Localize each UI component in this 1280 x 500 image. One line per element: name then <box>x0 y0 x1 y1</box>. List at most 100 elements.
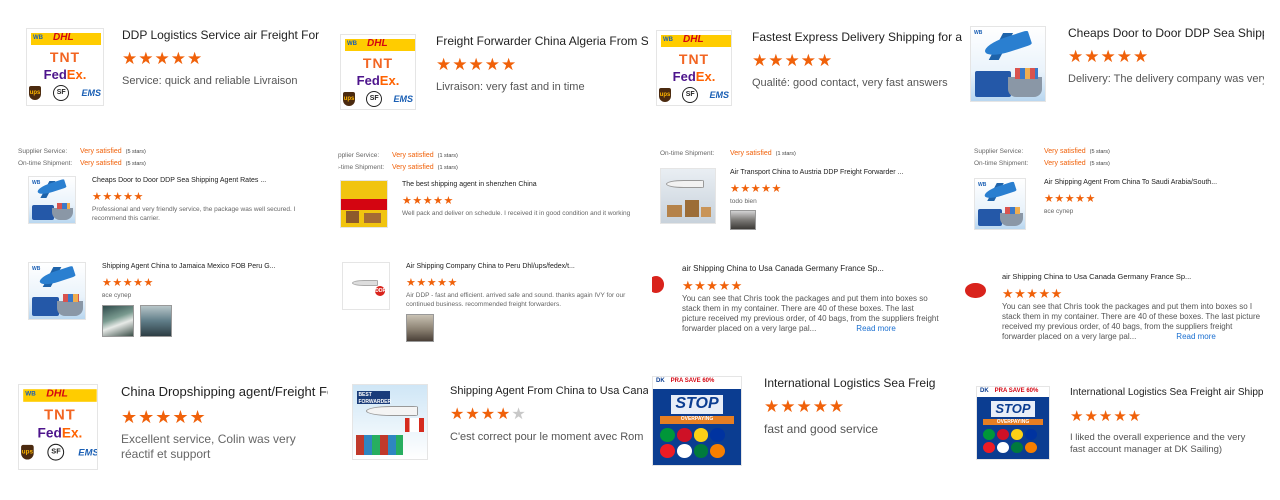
product-title-link[interactable]: The best shipping agent in shenzhen Chin… <box>402 180 648 190</box>
rating-stars: ★★★★★ <box>122 49 204 68</box>
product-title-link[interactable]: Air Shipping Agent From China To Saudi A… <box>1044 178 1264 188</box>
review-card[interactable]: WB DHL TNT FedEx. ups SF EMS DDP Logistic… <box>18 28 328 128</box>
rating-stars: ★★★★★ <box>764 397 846 416</box>
read-more-link[interactable]: Read more <box>1176 332 1216 341</box>
satisfaction-row: On-time Shipment:Very satisfied(1 stars) <box>660 150 796 157</box>
review-comment: Livraison: very fast and in time <box>436 81 585 93</box>
review-comment: Delivery: The delivery company was very <box>1068 73 1264 85</box>
product-title-link[interactable]: Cheaps Door to Door DDP Sea Shipping A <box>1068 26 1264 40</box>
review-photo[interactable] <box>140 305 172 337</box>
review-card[interactable]: DDP Air Shipping Company China to Peru D… <box>338 262 648 352</box>
product-thumbnail[interactable]: WB <box>970 26 1046 102</box>
review-comment: You can see that Chris took the packages… <box>1002 302 1261 341</box>
review-card[interactable]: BEST FORWARDER Shipping Agent From China… <box>338 384 648 484</box>
product-thumbnail[interactable] <box>652 264 664 324</box>
rating-stars: ★★★★★ <box>406 277 458 289</box>
rating-stars: ★★★★★ <box>402 195 454 207</box>
product-title-link[interactable]: International Logistics Sea Freight air … <box>1070 386 1264 400</box>
rating-stars: ★★★★★ <box>102 277 154 289</box>
review-column-2: WB DHL TNT FedEx. ups SF EMS Freight Forw… <box>338 0 648 500</box>
review-card[interactable]: WB DHL TNT FedEx. ups SF EMS Fastest Expr… <box>652 30 962 130</box>
product-title-link[interactable]: Air Shipping Company China to Peru Dhl/u… <box>406 262 648 272</box>
review-card[interactable]: The best shipping agent in shenzhen Chin… <box>338 180 648 240</box>
review-comment: C'est correct pour le moment avec Rom <box>450 431 644 443</box>
product-title-link[interactable]: Shipping Agent China to Jamaica Mexico F… <box>102 262 328 272</box>
product-thumbnail[interactable]: WB DHL TNT FedEx. ups SF EMS <box>26 28 104 106</box>
product-title-link[interactable]: International Logistics Sea Freig <box>764 376 962 390</box>
satisfaction-row: On-time Shipment: Very satisfied (5 stars) <box>18 160 146 167</box>
product-thumbnail[interactable] <box>660 168 716 224</box>
rating-stars: ★★★★★ <box>450 406 527 423</box>
product-title-link[interactable]: Air Transport China to Austria DDP Freig… <box>730 168 962 178</box>
review-card[interactable]: WB Cheaps Door to Door DDP Sea Shipping … <box>18 176 328 236</box>
satisfaction-summary: On-time Shipment: Very satisfied (1 stars) <box>660 148 962 160</box>
review-comment: все супер <box>1044 208 1074 215</box>
review-card[interactable]: air Shipping China to Usa Canada Germany… <box>964 272 1264 362</box>
rating-stars: ★★★★★ <box>1044 193 1096 205</box>
review-comment: fast and good service <box>764 422 879 436</box>
review-photo[interactable] <box>406 314 434 342</box>
review-comment: todo bien <box>730 198 757 205</box>
review-card[interactable]: WB Air Shipping Agent From China To Saud… <box>964 178 1264 238</box>
review-card[interactable]: WB Shipping Agent China to Jamaica Mexic… <box>18 262 328 352</box>
product-title-link[interactable]: Shipping Agent From China to Usa Cana <box>450 384 648 398</box>
product-thumbnail[interactable]: DK PRA SAVE 60% STOP OVERPAYING <box>976 386 1050 460</box>
product-thumbnail[interactable]: WB DHL TNT FedEx. ups SF EMS <box>18 384 98 470</box>
rating-stars: ★★★★★ <box>92 191 144 203</box>
review-comment: все супер <box>102 292 132 299</box>
review-photos <box>406 314 648 342</box>
product-thumbnail[interactable]: WB DHL TNT FedEx. ups SF EMS <box>340 34 416 110</box>
satisfaction-row: Supplier Service: Very satisfied (5 stars) <box>18 148 146 155</box>
review-photos <box>102 305 328 337</box>
satisfaction-summary: Supplier Service:Very satisfied(1 stars)… <box>338 150 640 174</box>
review-comment: Professional and very friendly service, … <box>92 206 296 222</box>
product-title-link[interactable]: Cheaps Door to Door DDP Sea Shipping Age… <box>92 176 328 186</box>
review-comment: You can see that Chris took the packages… <box>682 294 939 333</box>
satisfaction-row: Supplier Service:Very satisfied(1 stars) <box>338 152 458 159</box>
review-card[interactable]: air Shipping China to Usa Canada Germany… <box>652 264 962 354</box>
satisfaction-row: On-time Shipment:Very satisfied(1 stars) <box>338 164 458 171</box>
product-thumbnail[interactable] <box>964 272 986 332</box>
reviews-grid: WB DHL TNT FedEx. ups SF EMS DDP Logistic… <box>0 0 1280 500</box>
product-thumbnail[interactable]: WB <box>974 178 1026 230</box>
product-title-link[interactable]: Fastest Express Delivery Shipping for am <box>752 30 962 44</box>
review-card[interactable]: DK PRA SAVE 60% STOP OVERPAYING Internati… <box>652 376 962 476</box>
product-thumbnail[interactable]: DDP <box>342 262 390 310</box>
satisfaction-summary: Supplier Service: Very satisfied (5 stars)… <box>18 146 328 170</box>
rating-stars: ★★★★★ <box>1002 286 1063 301</box>
review-card[interactable]: WB DHL TNT FedEx. ups SF EMS China Dropsh… <box>18 384 328 484</box>
rating-stars: ★★★★★ <box>682 278 743 293</box>
product-title-link[interactable]: Freight Forwarder China Algeria From She <box>436 34 648 48</box>
product-title-link[interactable]: air Shipping China to Usa Canada Germany… <box>1002 272 1264 282</box>
satisfaction-summary: Supplier Service: Very satisfied (5 stars)… <box>974 146 1264 170</box>
product-title-link[interactable]: air Shipping China to Usa Canada Germany… <box>682 264 962 274</box>
product-thumbnail[interactable]: WB <box>28 262 86 320</box>
review-card[interactable]: WB DHL TNT FedEx. ups SF EMS Freight Forw… <box>338 34 648 134</box>
product-thumbnail[interactable]: BEST FORWARDER <box>352 384 428 460</box>
rating-stars: ★★★★★ <box>121 407 207 427</box>
review-comment: Service: quick and reliable Livraison <box>122 75 298 87</box>
review-card[interactable]: WB Cheaps Door to Door DDP Sea Shipping … <box>964 26 1264 126</box>
product-thumbnail[interactable]: DK PRA SAVE 60% STOP OVERPAYING <box>652 376 742 466</box>
product-title-link[interactable]: China Dropshipping agent/Freight For <box>121 384 328 400</box>
rating-stars: ★★★★★ <box>436 55 518 74</box>
review-column-1: WB DHL TNT FedEx. ups SF EMS DDP Logistic… <box>18 0 328 500</box>
review-comment: I liked the overall experience and the v… <box>1070 432 1246 455</box>
product-thumbnail[interactable]: WB DHL TNT FedEx. ups SF EMS <box>656 30 732 106</box>
satisfaction-row: Supplier Service: Very satisfied (5 stars) <box>974 148 1110 155</box>
review-column-3: WB DHL TNT FedEx. ups SF EMS Fastest Expr… <box>652 0 962 500</box>
carrier-logos-image: WB DHL TNT FedEx. ups SF EMS <box>27 29 103 105</box>
product-thumbnail[interactable]: WB <box>28 176 76 224</box>
review-photo[interactable] <box>102 305 134 337</box>
read-more-link[interactable]: Read more <box>856 324 896 333</box>
review-comment: Qualité: good contact, very fast answers <box>752 77 948 89</box>
review-photo[interactable] <box>730 210 756 230</box>
review-card[interactable]: DK PRA SAVE 60% STOP OVERPAYING Internati… <box>964 386 1264 486</box>
review-comment: Excellent service, Colin was very réacti… <box>121 432 296 461</box>
rating-stars: ★★★★★ <box>1068 47 1150 66</box>
review-photos <box>730 210 962 230</box>
review-card[interactable]: Air Transport China to Austria DDP Freig… <box>652 168 962 240</box>
product-thumbnail[interactable] <box>340 180 388 228</box>
rating-stars: ★★★★★ <box>752 51 834 70</box>
product-title-link[interactable]: DDP Logistics Service air Freight For <box>122 28 328 42</box>
